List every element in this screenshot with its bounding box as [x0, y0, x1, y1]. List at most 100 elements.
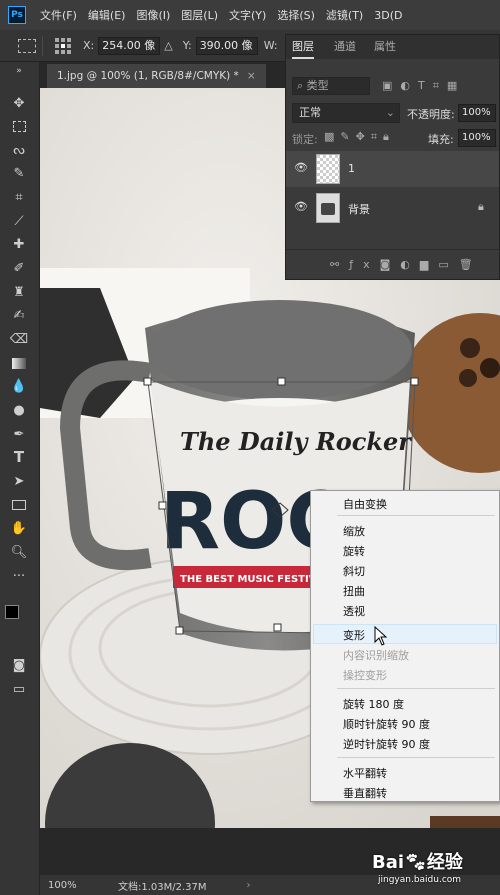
layer-name: 背景 — [348, 203, 370, 216]
layer-name: 1 — [348, 162, 355, 175]
y-label: Y: — [182, 39, 192, 52]
separator — [337, 757, 495, 758]
x-label: X: — [83, 39, 95, 52]
layers-panel: 图层 通道 属性 ⌕ 类型 ▣◐T⌗▦ 正常 ⌄ 不透明度: 100% 锁定: ▩… — [285, 34, 500, 280]
menu-item-flip-horizontal[interactable]: 水平翻转 — [343, 765, 387, 781]
toolbar: » ✥ ᔓ ✎ ⌗ ⟋ ✚ ✐ ♜ ✍ ⌫ 💧 ● ✒ T ➤ ✋ 🔍︎ ···… — [0, 62, 40, 895]
w-label: W: — [263, 39, 278, 52]
blend-mode-select[interactable]: 正常 ⌄ — [292, 103, 400, 123]
photoshop-logo: Ps — [8, 6, 26, 24]
watermark-brand: Bai🐾︎经验 — [372, 852, 463, 873]
pen-tool-icon[interactable]: ✒ — [8, 423, 30, 445]
context-menu: 自由变换 缩放 旋转 斜切 扭曲 透视 变形 内容识别缩放 操控变形 旋转 18… — [310, 490, 500, 802]
menu-item-skew[interactable]: 斜切 — [343, 563, 365, 579]
collapse-icon[interactable]: » — [8, 66, 30, 76]
eye-icon[interactable]: 👁︎ — [294, 161, 308, 174]
tab-properties[interactable]: 属性 — [374, 35, 396, 59]
menu-type[interactable]: 文字(Y) — [229, 7, 266, 23]
menu-item-rotate-90-cw[interactable]: 顺时针旋转 90 度 — [343, 716, 430, 732]
screen-mode-icon[interactable]: ▭ — [8, 678, 30, 700]
path-select-icon[interactable]: ➤ — [8, 470, 30, 492]
quick-select-tool-icon[interactable]: ✎ — [8, 162, 30, 184]
eyedropper-tool-icon[interactable]: ⟋ — [8, 210, 30, 232]
menu-item-rotate-180[interactable]: 旋转 180 度 — [343, 696, 404, 712]
layer-row-1[interactable]: 👁︎ 1 — [286, 151, 499, 187]
zoom-level[interactable]: 100% — [48, 880, 88, 891]
cursor-icon — [374, 626, 388, 646]
fill-label: 填充: — [428, 133, 454, 146]
zoom-tool-icon[interactable]: 🔍︎ — [8, 541, 30, 563]
menu-image[interactable]: 图像(I) — [136, 7, 170, 23]
opacity-field[interactable]: 100% — [458, 104, 496, 122]
menu-edit[interactable]: 编辑(E) — [88, 7, 126, 23]
quick-mask-icon[interactable]: ◙ — [8, 654, 30, 676]
search-icon: ⌕ — [297, 79, 307, 92]
close-icon[interactable]: × — [247, 70, 256, 82]
menu-3d[interactable]: 3D(D — [374, 9, 402, 22]
eraser-tool-icon[interactable]: ⌫ — [8, 328, 30, 350]
blend-mode-value: 正常 — [299, 106, 321, 119]
separator — [337, 515, 495, 516]
delta-icon[interactable]: △ — [164, 39, 172, 52]
menu-item-warp[interactable]: 变形 — [343, 627, 365, 643]
menu-item-flip-vertical[interactable]: 垂直翻转 — [343, 785, 387, 801]
clone-stamp-icon[interactable]: ♜ — [8, 281, 30, 303]
layer-thumbnail — [316, 193, 340, 223]
menu-item-rotate-90-ccw[interactable]: 逆时针旋转 90 度 — [343, 736, 430, 752]
layers-footer: ⚯ƒx◙◐▆▭🗑︎ — [286, 249, 499, 279]
opacity-label: 不透明度: — [407, 108, 455, 121]
chevron-down-icon: ⌄ — [385, 106, 395, 119]
document-size: 文档:1.03M/2.37M — [118, 881, 207, 893]
rectangle-tool-icon[interactable] — [8, 494, 30, 516]
menu-filter[interactable]: 滤镜(T) — [326, 7, 363, 23]
banner-text: THE BEST MUSIC FESTIVAL — [180, 574, 330, 585]
menu-item-puppet-warp: 操控变形 — [343, 669, 387, 682]
document-tab[interactable]: 1.jpg @ 100% (1, RGB/8#/CMYK) * × — [47, 64, 266, 88]
y-field[interactable]: 390.00 像 — [195, 36, 258, 55]
history-brush-icon[interactable]: ✍ — [8, 304, 30, 326]
separator — [337, 688, 495, 689]
paw-icon: 🐾︎ — [404, 852, 427, 873]
blur-tool-icon[interactable]: 💧 — [8, 375, 30, 397]
lock-icon: 🔒︎ — [478, 200, 484, 213]
healing-brush-icon[interactable]: ✚ — [8, 233, 30, 255]
reference-point-icon[interactable] — [55, 37, 71, 54]
transform-tool-icon[interactable] — [18, 38, 36, 53]
menu-item-free-transform[interactable]: 自由变换 — [343, 496, 387, 512]
menu-item-content-aware-scale: 内容识别缩放 — [343, 649, 409, 662]
status-arrow-icon[interactable]: › — [247, 880, 251, 891]
lock-icons[interactable]: ▩✎✥⌗🔒︎ — [324, 130, 395, 144]
layer-thumbnail — [316, 154, 340, 184]
brush-tool-icon[interactable]: ✐ — [8, 257, 30, 279]
menu-item-rotate[interactable]: 旋转 — [343, 543, 365, 559]
tab-layers[interactable]: 图层 — [292, 35, 314, 59]
filter-label: 类型 — [306, 79, 329, 92]
filter-dropdown[interactable]: ⌕ 类型 — [292, 77, 370, 95]
dodge-tool-icon[interactable]: ● — [8, 399, 30, 421]
eye-icon[interactable]: 👁︎ — [294, 200, 308, 213]
gradient-tool-icon[interactable] — [8, 352, 30, 374]
tab-channels[interactable]: 通道 — [334, 35, 356, 59]
menu-file[interactable]: 文件(F) — [40, 7, 77, 23]
foreground-color-swatch[interactable] — [5, 605, 19, 619]
hand-tool-icon[interactable]: ✋ — [8, 517, 30, 539]
type-tool-icon[interactable]: T — [8, 446, 30, 468]
fill-field[interactable]: 100% — [458, 129, 496, 147]
layer-action-icons[interactable]: ⚯ƒx◙◐▆▭🗑︎ — [330, 258, 483, 271]
filter-icons[interactable]: ▣◐T⌗▦ — [382, 79, 465, 93]
layer-row-background[interactable]: 👁︎ 背景 🔒︎ — [286, 190, 499, 226]
crop-tool-icon[interactable]: ⌗ — [8, 186, 30, 208]
menu-item-scale[interactable]: 缩放 — [343, 523, 365, 539]
watermark-url: jingyan.baidu.com — [378, 875, 462, 885]
more-tools-icon[interactable]: ··· — [8, 565, 30, 587]
x-field[interactable]: 254.00 像 — [98, 36, 161, 55]
lock-label: 锁定: — [292, 133, 318, 146]
lasso-tool-icon[interactable]: ᔓ — [8, 139, 30, 161]
menu-item-distort[interactable]: 扭曲 — [343, 583, 365, 599]
menu-item-perspective[interactable]: 透视 — [343, 603, 365, 619]
marquee-tool-icon[interactable] — [8, 115, 30, 137]
move-tool-icon[interactable]: ✥ — [8, 92, 30, 114]
menu-layer[interactable]: 图层(L) — [181, 7, 218, 23]
baidu-watermark: Bai🐾︎经验 jingyan.baidu.com — [372, 848, 497, 890]
menu-select[interactable]: 选择(S) — [277, 7, 315, 23]
